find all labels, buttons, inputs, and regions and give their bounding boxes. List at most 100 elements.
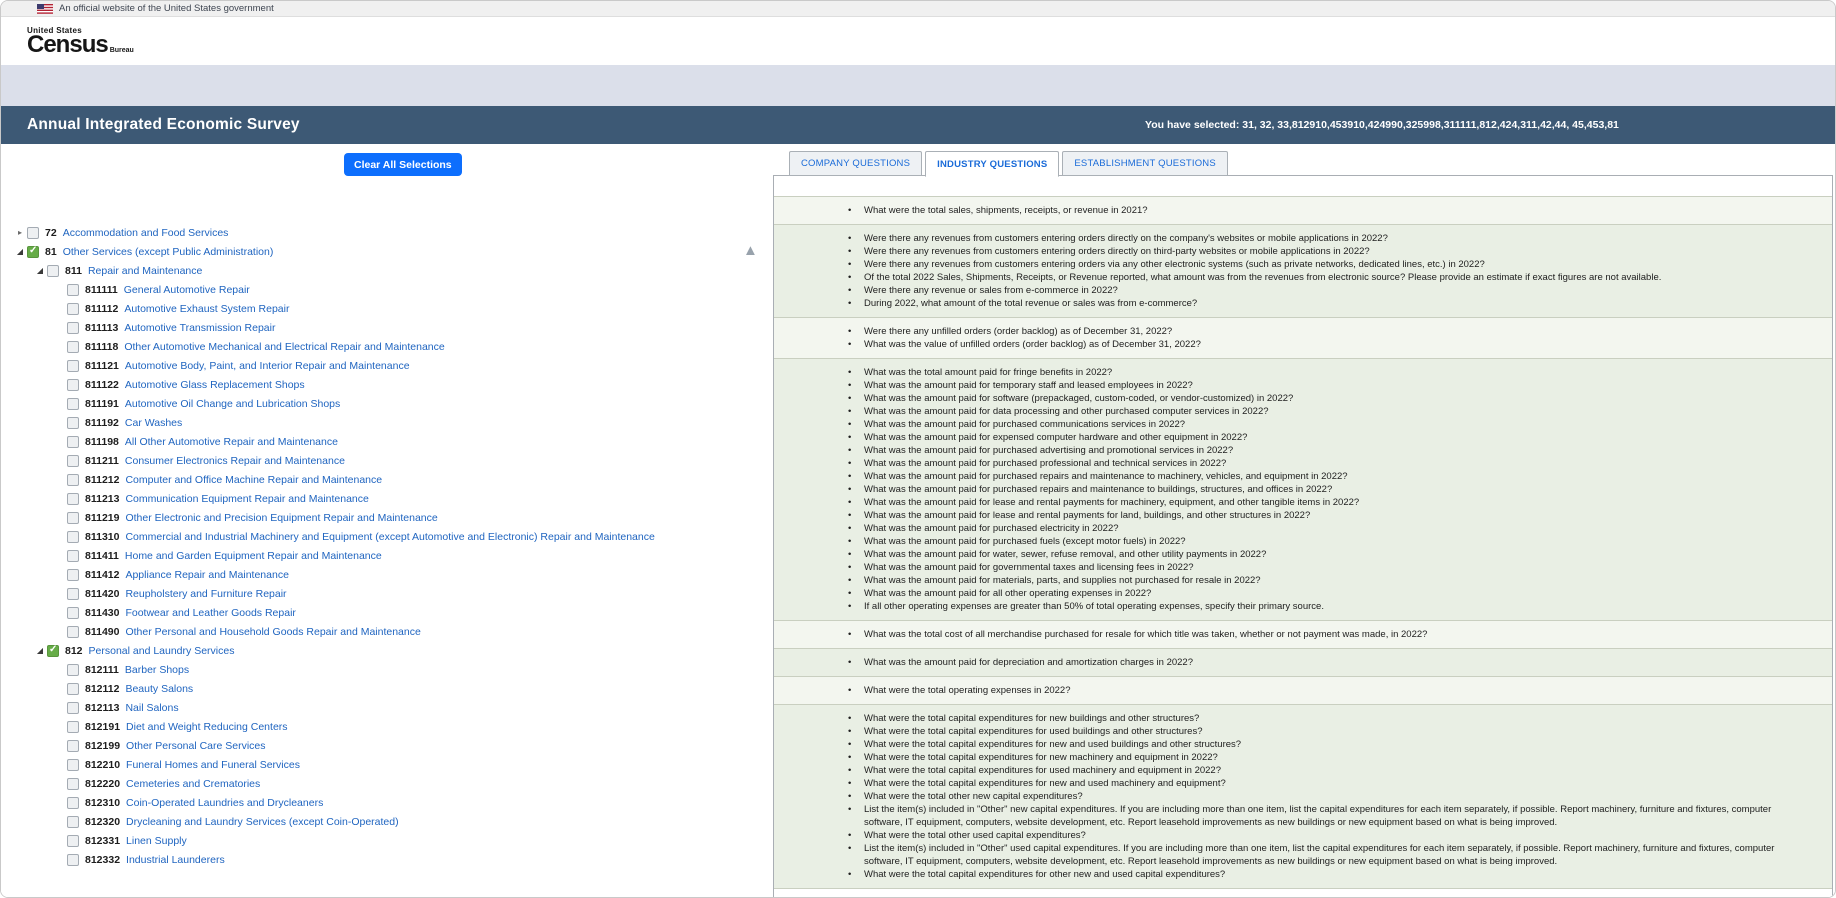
- naics-link[interactable]: Barber Shops: [125, 664, 189, 676]
- question-group: Were there any revenues from customers e…: [774, 225, 1832, 318]
- checkbox-811112[interactable]: [67, 303, 79, 315]
- naics-link[interactable]: Other Personal Care Services: [126, 740, 265, 752]
- checkbox-812210[interactable]: [67, 759, 79, 771]
- checkbox-811411[interactable]: [67, 550, 79, 562]
- naics-link[interactable]: Coin-Operated Laundries and Drycleaners: [126, 797, 323, 809]
- naics-link[interactable]: Automotive Exhaust System Repair: [124, 303, 289, 315]
- checkbox-812113[interactable]: [67, 702, 79, 714]
- naics-link[interactable]: Car Washes: [125, 417, 182, 429]
- naics-link[interactable]: Other Automotive Mechanical and Electric…: [124, 341, 444, 353]
- naics-link[interactable]: Computer and Office Machine Repair and M…: [125, 474, 382, 486]
- naics-link[interactable]: Nail Salons: [125, 702, 178, 714]
- checkbox-811219[interactable]: [67, 512, 79, 524]
- checkbox-811121[interactable]: [67, 360, 79, 372]
- tree-row-811112: 811112Automotive Exhaust System Repair: [1, 299, 741, 318]
- tab-company-questions[interactable]: COMPANY QUESTIONS: [789, 151, 922, 176]
- question: What was the amount paid for depreciatio…: [774, 656, 1832, 669]
- checkbox-811191[interactable]: [67, 398, 79, 410]
- naics-link[interactable]: Automotive Glass Replacement Shops: [125, 379, 305, 391]
- question: What were the total capital expenditures…: [774, 868, 1832, 881]
- collapse-arrow-icon[interactable]: ◢: [33, 646, 47, 655]
- question: If all other operating expenses are grea…: [774, 600, 1832, 613]
- naics-link[interactable]: Footwear and Leather Goods Repair: [125, 607, 295, 619]
- naics-link[interactable]: Automotive Oil Change and Lubrication Sh…: [125, 398, 340, 410]
- question: What was the amount paid for materials, …: [774, 574, 1832, 587]
- question: During 2022, what amount of the total re…: [774, 297, 1832, 310]
- checkbox-811192[interactable]: [67, 417, 79, 429]
- question: What was the amount paid for purchased p…: [774, 457, 1832, 470]
- naics-link[interactable]: Automotive Body, Paint, and Interior Rep…: [125, 360, 410, 372]
- checkbox-811118[interactable]: [67, 341, 79, 353]
- checkbox-811198[interactable]: [67, 436, 79, 448]
- checkbox-811213[interactable]: [67, 493, 79, 505]
- checkbox-812[interactable]: [47, 645, 59, 657]
- clear-all-selections-button[interactable]: Clear All Selections: [344, 153, 462, 176]
- checkbox-811113[interactable]: [67, 322, 79, 334]
- checkbox-811211[interactable]: [67, 455, 79, 467]
- checkbox-812112[interactable]: [67, 683, 79, 695]
- checkbox-811412[interactable]: [67, 569, 79, 581]
- checkbox-812310[interactable]: [67, 797, 79, 809]
- naics-code: 811430: [85, 607, 119, 619]
- checkbox-72[interactable]: [27, 227, 39, 239]
- tree-row-812111: 812111Barber Shops: [1, 660, 741, 679]
- tree-row-811122: 811122Automotive Glass Replacement Shops: [1, 375, 741, 394]
- checkbox-812191[interactable]: [67, 721, 79, 733]
- naics-link[interactable]: Repair and Maintenance: [88, 265, 202, 277]
- question: What was the amount paid for temporary s…: [774, 379, 1832, 392]
- collapse-arrow-icon[interactable]: ◢: [33, 266, 47, 275]
- checkbox-811310[interactable]: [67, 531, 79, 543]
- page: An official website of the United States…: [0, 0, 1836, 898]
- checkbox-811420[interactable]: [67, 588, 79, 600]
- naics-link[interactable]: Other Electronic and Precision Equipment…: [125, 512, 437, 524]
- naics-link[interactable]: General Automotive Repair: [124, 284, 250, 296]
- naics-link[interactable]: Automotive Transmission Repair: [124, 322, 275, 334]
- questions-box: What were the total sales, shipments, re…: [773, 175, 1833, 898]
- question: What was the amount paid for purchased a…: [774, 444, 1832, 457]
- naics-link[interactable]: Funeral Homes and Funeral Services: [126, 759, 300, 771]
- naics-panel: Clear All Selections ▸72Accommodation an…: [1, 144, 771, 898]
- naics-link[interactable]: Appliance Repair and Maintenance: [125, 569, 288, 581]
- naics-link[interactable]: Diet and Weight Reducing Centers: [126, 721, 287, 733]
- collapse-arrow-icon[interactable]: ◢: [13, 247, 27, 256]
- naics-link[interactable]: Industrial Launderers: [126, 854, 225, 866]
- naics-link[interactable]: Communication Equipment Repair and Maint…: [125, 493, 368, 505]
- checkbox-811490[interactable]: [67, 626, 79, 638]
- naics-link[interactable]: Commercial and Industrial Machinery and …: [125, 531, 654, 543]
- scroll-up-icon[interactable]: ▲: [743, 242, 758, 259]
- naics-link[interactable]: Beauty Salons: [125, 683, 193, 695]
- question: Were there any revenue or sales from e-c…: [774, 284, 1832, 297]
- naics-link[interactable]: Cemeteries and Crematories: [126, 778, 260, 790]
- checkbox-812199[interactable]: [67, 740, 79, 752]
- checkbox-812332[interactable]: [67, 854, 79, 866]
- naics-link[interactable]: Other Services (except Public Administra…: [63, 246, 274, 258]
- tab-industry-questions[interactable]: INDUSTRY QUESTIONS: [925, 151, 1059, 177]
- naics-link[interactable]: Accommodation and Food Services: [63, 227, 229, 239]
- naics-link[interactable]: All Other Automotive Repair and Maintena…: [125, 436, 338, 448]
- naics-link[interactable]: Drycleaning and Laundry Services (except…: [126, 816, 399, 828]
- checkbox-812331[interactable]: [67, 835, 79, 847]
- checkbox-812220[interactable]: [67, 778, 79, 790]
- naics-link[interactable]: Other Personal and Household Goods Repai…: [125, 626, 420, 638]
- naics-link[interactable]: Reupholstery and Furniture Repair: [125, 588, 286, 600]
- checkbox-81[interactable]: [27, 246, 39, 258]
- naics-code: 812199: [85, 740, 120, 752]
- checkbox-811111[interactable]: [67, 284, 79, 296]
- tree-row-812331: 812331Linen Supply: [1, 831, 741, 850]
- expand-arrow-icon[interactable]: ▸: [13, 228, 27, 237]
- naics-link[interactable]: Consumer Electronics Repair and Maintena…: [125, 455, 345, 467]
- naics-link[interactable]: Personal and Laundry Services: [89, 645, 235, 657]
- naics-link[interactable]: Linen Supply: [126, 835, 187, 847]
- tree-row-811118: 811118Other Automotive Mechanical and El…: [1, 337, 741, 356]
- checkbox-812111[interactable]: [67, 664, 79, 676]
- tab-establishment-questions[interactable]: ESTABLISHMENT QUESTIONS: [1062, 151, 1228, 176]
- checkbox-811[interactable]: [47, 265, 59, 277]
- naics-link[interactable]: Home and Garden Equipment Repair and Mai…: [125, 550, 382, 562]
- naics-code: 811412: [85, 569, 119, 581]
- checkbox-811430[interactable]: [67, 607, 79, 619]
- tree-row-811430: 811430 Footwear and Leather Goods Repair: [1, 603, 741, 622]
- checkbox-811212[interactable]: [67, 474, 79, 486]
- checkbox-811122[interactable]: [67, 379, 79, 391]
- census-logo: United States Census Bureau: [27, 26, 134, 55]
- checkbox-812320[interactable]: [67, 816, 79, 828]
